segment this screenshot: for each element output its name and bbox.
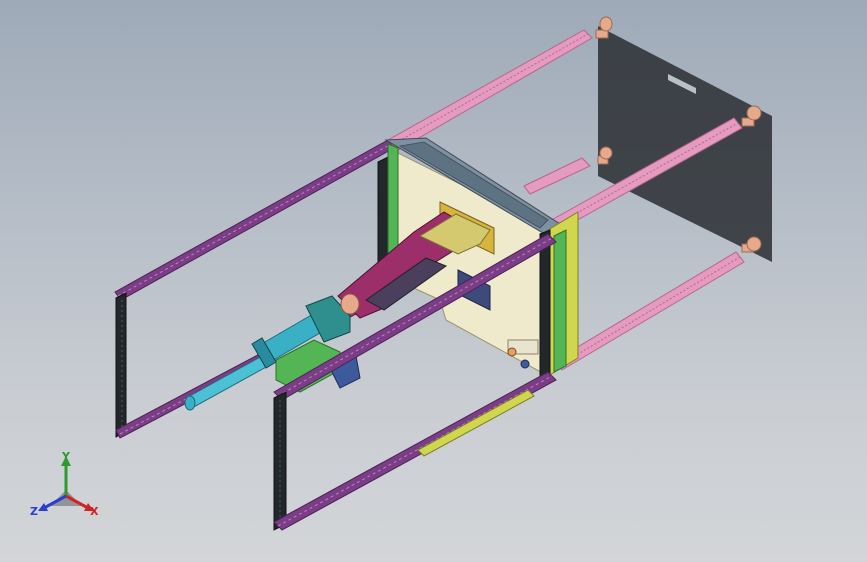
x-axis-label: X [90,505,99,518]
cylinder-rod[interactable] [185,355,269,409]
pivot-pin[interactable] [340,293,360,315]
box-side-frame-green[interactable] [553,229,567,373]
cylinder-rod-end[interactable] [184,395,196,411]
z-axis-label: Z [30,505,38,518]
projected-shadow [598,26,772,262]
sensor-knob[interactable] [507,347,517,357]
y-axis-label: Y [61,452,71,463]
column-left-back[interactable] [115,292,127,438]
rail-slot [117,143,392,297]
rail-cross-bottom[interactable] [417,389,535,457]
coordinate-triad: Y X Z [30,452,99,518]
cad-graphics-viewport[interactable]: Y X Z [0,0,867,562]
sensor-knob-blue[interactable] [520,359,530,369]
assembly-model[interactable] [0,0,867,562]
guide-rail-mid-back[interactable] [523,157,591,195]
rail-slot [277,375,553,527]
column-right-front[interactable] [539,229,551,381]
